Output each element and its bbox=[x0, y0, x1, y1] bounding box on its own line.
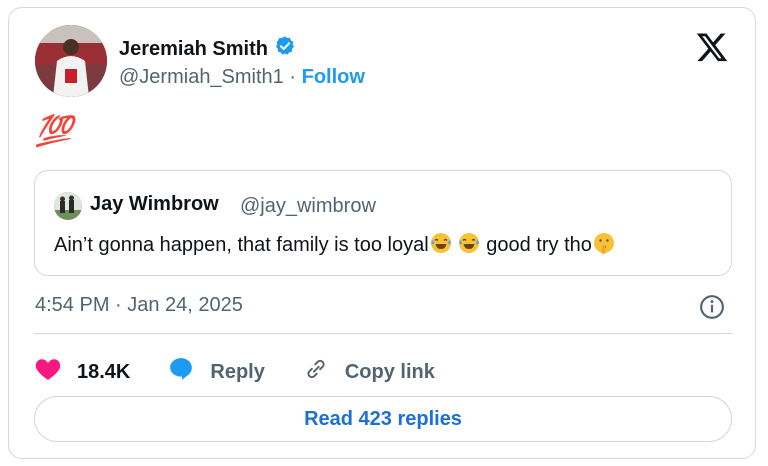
separator-dot: · bbox=[289, 66, 297, 88]
reply-bubble-icon bbox=[168, 356, 194, 388]
tweet-card: Jeremiah Smith @Jermiah_Smith1 · Follow … bbox=[8, 7, 756, 459]
verified-badge-icon bbox=[274, 35, 296, 63]
quoted-author-handle: @jay_wimbrow bbox=[240, 195, 376, 217]
author-avatar[interactable] bbox=[35, 25, 107, 97]
quoted-text-main: Ain’t gonna happen, that family is too l… bbox=[54, 234, 429, 256]
author-name[interactable]: Jeremiah Smith bbox=[119, 38, 268, 61]
x-logo-icon[interactable] bbox=[695, 30, 729, 64]
copy-link-label: Copy link bbox=[344, 360, 435, 383]
like-count: 18.4K bbox=[77, 360, 131, 383]
follow-button[interactable]: Follow bbox=[302, 66, 365, 88]
like-button[interactable]: 18.4K bbox=[35, 357, 130, 387]
heart-icon bbox=[35, 357, 61, 387]
quoted-author-name: Jay Wimbrow bbox=[90, 193, 219, 215]
quoted-avatar[interactable] bbox=[54, 192, 82, 220]
copy-link-button[interactable]: Copy link bbox=[303, 356, 435, 388]
tears-of-joy-emoji-icon bbox=[429, 231, 453, 255]
link-icon bbox=[303, 356, 329, 388]
reply-button[interactable]: Reply bbox=[168, 356, 265, 388]
read-replies-button[interactable]: Read 423 replies bbox=[34, 396, 732, 442]
author-handle[interactable]: @Jermiah_Smith1 bbox=[119, 66, 284, 88]
tears-of-joy-emoji-icon bbox=[457, 231, 481, 255]
shushing-face-emoji-icon bbox=[592, 231, 616, 255]
info-icon[interactable] bbox=[699, 294, 725, 320]
divider bbox=[34, 333, 732, 334]
quoted-post[interactable]: Jay Wimbrow @jay_wimbrow Ain’t gonna hap… bbox=[34, 170, 732, 276]
reply-label: Reply bbox=[210, 360, 265, 383]
post-text: 💯 bbox=[35, 115, 72, 148]
quoted-text-tail: good try tho bbox=[480, 234, 592, 256]
action-bar: 18.4K Reply Copy link bbox=[35, 354, 473, 390]
author-name-row[interactable]: Jeremiah Smith bbox=[119, 35, 296, 63]
author-handle-row: @Jermiah_Smith1 · Follow bbox=[119, 66, 365, 89]
quoted-text: Ain’t gonna happen, that family is too l… bbox=[54, 231, 616, 257]
post-timestamp[interactable]: 4:54 PM · Jan 24, 2025 bbox=[35, 294, 243, 317]
